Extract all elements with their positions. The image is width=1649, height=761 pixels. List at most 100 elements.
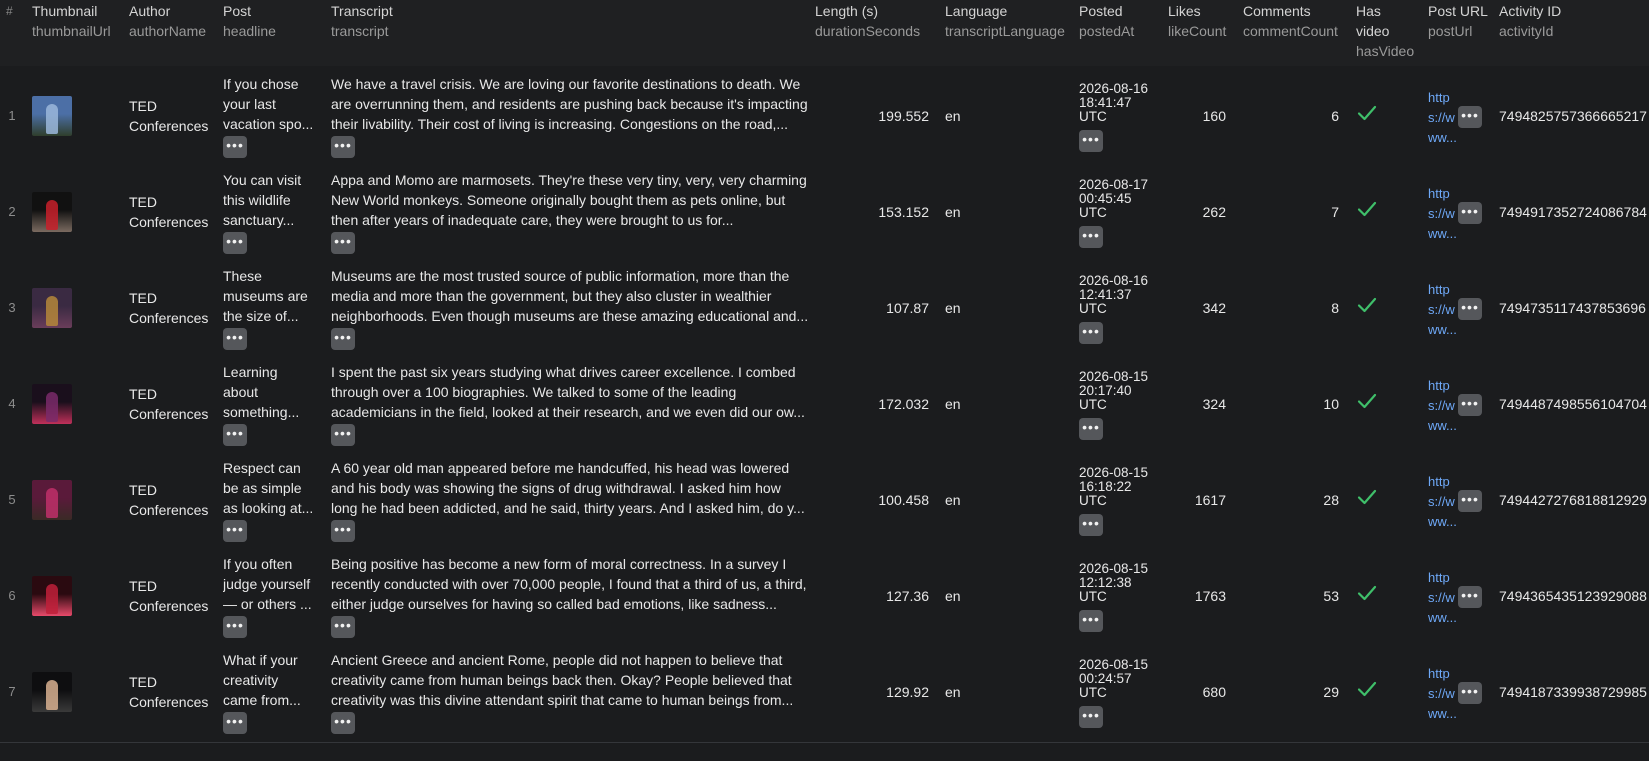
table-row[interactable]: 3 TED Conferences These museums are the si… <box>0 258 1649 359</box>
posted-at-tz: UTC <box>1079 301 1107 316</box>
expand-transcript-button[interactable]: ••• <box>331 520 355 542</box>
post-url-link[interactable]: https://www... <box>1428 88 1460 148</box>
column-header-label: Comments <box>1243 3 1311 19</box>
column-header-activityId[interactable]: Activity ID activityId <box>1499 0 1561 41</box>
post-url-link[interactable]: https://www... <box>1428 280 1460 340</box>
like-count: 342 <box>1202 300 1226 316</box>
expand-transcript-button[interactable]: ••• <box>331 136 355 158</box>
activity-id: 7494825757366665217 <box>1499 108 1647 124</box>
column-header-durationSeconds[interactable]: Length (s) durationSeconds <box>815 0 920 41</box>
table-row[interactable]: 6 TED Conferences If you often judge yours… <box>0 546 1649 647</box>
transcript-text: I spent the past six years studying what… <box>331 364 805 420</box>
expand-posted-button[interactable]: ••• <box>1079 610 1103 632</box>
expand-url-button[interactable]: ••• <box>1458 106 1482 128</box>
table-row[interactable]: 1 TED Conferences If you chose your last v… <box>0 66 1649 167</box>
expand-headline-button[interactable]: ••• <box>223 616 247 638</box>
transcript-language: en <box>945 300 961 316</box>
activity-id: 7494365435123929088 <box>1499 588 1647 604</box>
expand-posted-button[interactable]: ••• <box>1079 706 1103 728</box>
posted-at-time: 12:12:38 <box>1079 575 1132 590</box>
table-row[interactable]: 2 TED Conferences You can visit this wildl… <box>0 162 1649 263</box>
post-headline: Respect can be as simple as looking at..… <box>223 460 314 516</box>
column-header-commentCount[interactable]: Comments commentCount <box>1243 0 1338 41</box>
expand-url-button[interactable]: ••• <box>1458 490 1482 512</box>
expand-posted-button[interactable]: ••• <box>1079 226 1103 248</box>
expand-headline-button[interactable]: ••• <box>223 136 247 158</box>
post-url-link[interactable]: https://www... <box>1428 184 1460 244</box>
expand-headline-button[interactable]: ••• <box>223 424 247 446</box>
transcript-cell: Being positive has become a new form of … <box>331 554 811 638</box>
column-header-authorName[interactable]: Author authorName <box>129 0 206 41</box>
post-headline-cell: These museums are the size of... ••• <box>223 266 315 350</box>
post-headline-cell: You can visit this wildlife sanctuary...… <box>223 170 315 254</box>
speaker-dark-stage-thumbnail[interactable] <box>32 384 72 424</box>
expand-transcript-button[interactable]: ••• <box>331 328 355 350</box>
expand-headline-button[interactable]: ••• <box>223 232 247 254</box>
column-header-field: durationSeconds <box>815 23 921 39</box>
expand-posted-button[interactable]: ••• <box>1079 130 1103 152</box>
table-row[interactable]: 7 TED Conferences What if your creativity … <box>0 642 1649 743</box>
posted-at-tz: UTC <box>1079 685 1107 700</box>
column-header-likeCount[interactable]: Likes likeCount <box>1168 0 1226 41</box>
transcript-language: en <box>945 588 961 604</box>
post-url-link[interactable]: https://www... <box>1428 376 1460 436</box>
speaker-portrait-thumbnail[interactable] <box>32 288 72 328</box>
speaker-figure-icon <box>46 584 58 614</box>
row-number: 3 <box>8 300 16 315</box>
transcript-language: en <box>945 204 961 220</box>
like-count: 262 <box>1202 204 1226 220</box>
table-row[interactable]: 4 TED Conferences Learning about something… <box>0 354 1649 455</box>
transcript-cell: I spent the past six years studying what… <box>331 362 811 446</box>
expand-posted-button[interactable]: ••• <box>1079 418 1103 440</box>
expand-transcript-button[interactable]: ••• <box>331 616 355 638</box>
post-url-link[interactable]: https://www... <box>1428 568 1460 628</box>
speaker-closeup-thumbnail[interactable] <box>32 480 72 520</box>
comment-count: 6 <box>1331 108 1339 124</box>
expand-transcript-button[interactable]: ••• <box>331 424 355 446</box>
speaker-on-stage-thumbnail[interactable] <box>32 96 72 136</box>
comment-count: 10 <box>1323 396 1339 412</box>
posted-at-cell: 2026-08-15 16:18:22 UTC ••• <box>1079 466 1159 536</box>
row-number: 5 <box>8 492 16 507</box>
column-header-transcript[interactable]: Transcript transcript <box>331 0 393 41</box>
row-number: 4 <box>8 396 16 411</box>
like-count: 324 <box>1202 396 1226 412</box>
post-url-link[interactable]: https://www... <box>1428 472 1460 532</box>
table-row[interactable]: 5 TED Conferences Respect can be as simple… <box>0 450 1649 551</box>
column-header-postUrl[interactable]: Post URL postUrl <box>1428 0 1488 41</box>
posted-at-cell: 2026-08-15 00:24:57 UTC ••• <box>1079 658 1159 728</box>
transcript-text: Appa and Momo are marmosets. They're the… <box>331 172 807 228</box>
speaker-spotlight-thumbnail[interactable] <box>32 672 72 712</box>
column-header-hasVideo[interactable]: Has video hasVideo <box>1356 0 1414 61</box>
column-header-transcriptLanguage[interactable]: Language transcriptLanguage <box>945 0 1065 41</box>
author-name: TED Conferences <box>129 98 209 134</box>
expand-transcript-button[interactable]: ••• <box>331 232 355 254</box>
expand-headline-button[interactable]: ••• <box>223 520 247 542</box>
expand-headline-button[interactable]: ••• <box>223 328 247 350</box>
post-headline: What if your creativity came from... <box>223 652 301 708</box>
column-header-field: authorName <box>129 23 207 39</box>
speaker-red-stage-thumbnail[interactable] <box>32 576 72 616</box>
expand-url-button[interactable]: ••• <box>1458 298 1482 320</box>
column-header-postedAt[interactable]: Posted postedAt <box>1079 0 1134 41</box>
expand-posted-button[interactable]: ••• <box>1079 514 1103 536</box>
post-url-link[interactable]: https://www... <box>1428 664 1460 724</box>
expand-headline-button[interactable]: ••• <box>223 712 247 734</box>
transcript-text: Ancient Greece and ancient Rome, people … <box>331 652 794 708</box>
expand-url-button[interactable]: ••• <box>1458 682 1482 704</box>
column-header-thumbnailUrl[interactable]: Thumbnail thumbnailUrl <box>32 0 111 41</box>
expand-url-button[interactable]: ••• <box>1458 202 1482 224</box>
expand-posted-button[interactable]: ••• <box>1079 322 1103 344</box>
expand-url-button[interactable]: ••• <box>1458 586 1482 608</box>
transcript-cell: We have a travel crisis. We are loving o… <box>331 74 811 158</box>
like-count: 1617 <box>1194 492 1226 508</box>
posted-at-date: 2026-08-15 <box>1079 465 1149 480</box>
posted-at-date: 2026-08-16 <box>1079 273 1149 288</box>
expand-url-button[interactable]: ••• <box>1458 394 1482 416</box>
column-header-field: transcript <box>331 23 389 39</box>
column-header-field: headline <box>223 23 276 39</box>
column-header-rownum[interactable]: # <box>6 0 13 21</box>
column-header-headline[interactable]: Post headline <box>223 0 276 41</box>
expand-transcript-button[interactable]: ••• <box>331 712 355 734</box>
ted-logo-audience-thumbnail[interactable] <box>32 192 72 232</box>
